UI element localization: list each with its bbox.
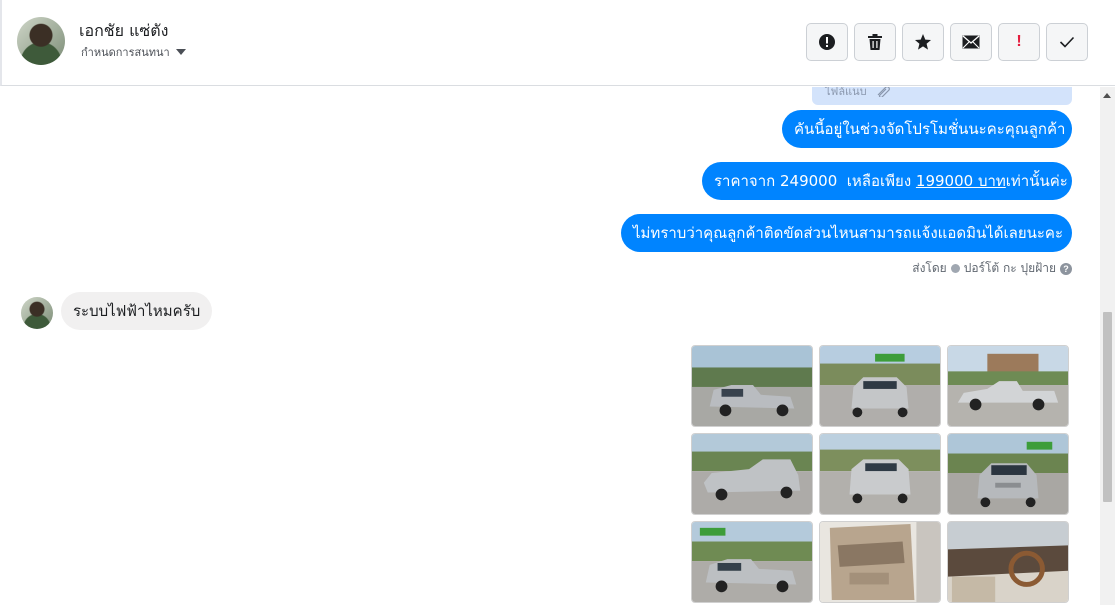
star-icon — [915, 34, 931, 50]
help-icon[interactable]: ? — [1060, 262, 1072, 275]
price-link[interactable]: 199000 บาท — [916, 169, 1006, 193]
sender-name: ปอร์โต้ กะ ปุยฝ้าย — [963, 261, 1056, 275]
message-text: ระบบไฟฟ้าไหมครับ — [73, 302, 201, 320]
star-button[interactable] — [902, 23, 944, 61]
toolbar: ! — [806, 23, 1088, 61]
message-text-suffix: เท่านั้นค่ะ — [1005, 172, 1068, 190]
done-button[interactable] — [1046, 23, 1088, 61]
message-text: คันนี้อยู่ในช่วงจัดโปรโมชั่นนะคะคุณลูกค้… — [794, 120, 1066, 138]
outgoing-message[interactable]: ไม่ทราบว่าคุณลูกค้าติดขัดส่วนไหนสามารถแจ… — [621, 214, 1072, 252]
contact-avatar[interactable] — [21, 297, 53, 329]
outgoing-message[interactable]: ราคาจาก 249000 เหลือเพียง 199000 บาท เท่า… — [702, 162, 1072, 200]
car-photo[interactable] — [947, 345, 1069, 427]
photo-gallery — [691, 345, 1069, 603]
mark-unread-button[interactable] — [950, 23, 992, 61]
contact-name[interactable]: เอกชัย แซ่ตัง — [79, 19, 168, 44]
priority-button[interactable]: ! — [998, 23, 1040, 61]
incoming-message[interactable]: ระบบไฟฟ้าไหมครับ — [61, 292, 213, 330]
car-dashboard-photo[interactable] — [947, 521, 1069, 603]
avatar[interactable] — [17, 17, 65, 65]
message-thread: ไฟล์แนบ คันนี้อยู่ในช่วงจัดโปรโมชั่นนะคะ… — [0, 87, 1100, 605]
paperclip-icon — [877, 87, 890, 97]
report-button[interactable] — [806, 23, 848, 61]
report-icon — [819, 34, 835, 50]
car-interior-photo[interactable] — [819, 521, 941, 603]
message-text: ไม่ทราบว่าคุณลูกค้าติดขัดส่วนไหนสามารถแจ… — [633, 224, 1064, 242]
delete-button[interactable] — [854, 23, 896, 61]
car-photo[interactable] — [691, 345, 813, 427]
car-photo[interactable] — [691, 433, 813, 515]
conversation-settings-label: กำหนดการสนทนา — [81, 46, 170, 59]
sender-badge-icon — [950, 264, 960, 273]
scrollbar-thumb[interactable] — [1103, 312, 1112, 502]
conversation-header: เอกชัย แซ่ตัง กำหนดการสนทนา ! — [0, 0, 1115, 86]
envelope-icon — [962, 35, 980, 49]
sent-by-prefix: ส่งโดย — [912, 261, 947, 275]
conversation-settings-dropdown[interactable]: กำหนดการสนทนา — [81, 43, 186, 61]
car-photo[interactable] — [819, 345, 941, 427]
attachment-card[interactable]: ไฟล์แนบ — [812, 87, 1072, 105]
trash-icon — [868, 34, 882, 50]
outgoing-message[interactable]: คันนี้อยู่ในช่วงจัดโปรโมชั่นนะคะคุณลูกค้… — [782, 110, 1072, 148]
scroll-up-arrow-icon[interactable] — [1103, 93, 1111, 98]
car-photo[interactable] — [691, 521, 813, 603]
car-photo[interactable] — [947, 433, 1069, 515]
caret-down-icon — [175, 49, 186, 55]
sent-by-info: ส่งโดย ปอร์โต้ กะ ปุยฝ้าย ? — [912, 259, 1072, 278]
attachment-label: ไฟล์แนบ — [825, 87, 891, 100]
scrollbar[interactable] — [1100, 87, 1115, 605]
message-text-prefix: ราคาจาก 249000 เหลือเพียง — [714, 172, 916, 190]
priority-icon: ! — [1016, 33, 1022, 50]
car-photo[interactable] — [819, 433, 941, 515]
check-icon — [1059, 36, 1075, 48]
attachment-text: ไฟล์แนบ — [825, 87, 867, 98]
